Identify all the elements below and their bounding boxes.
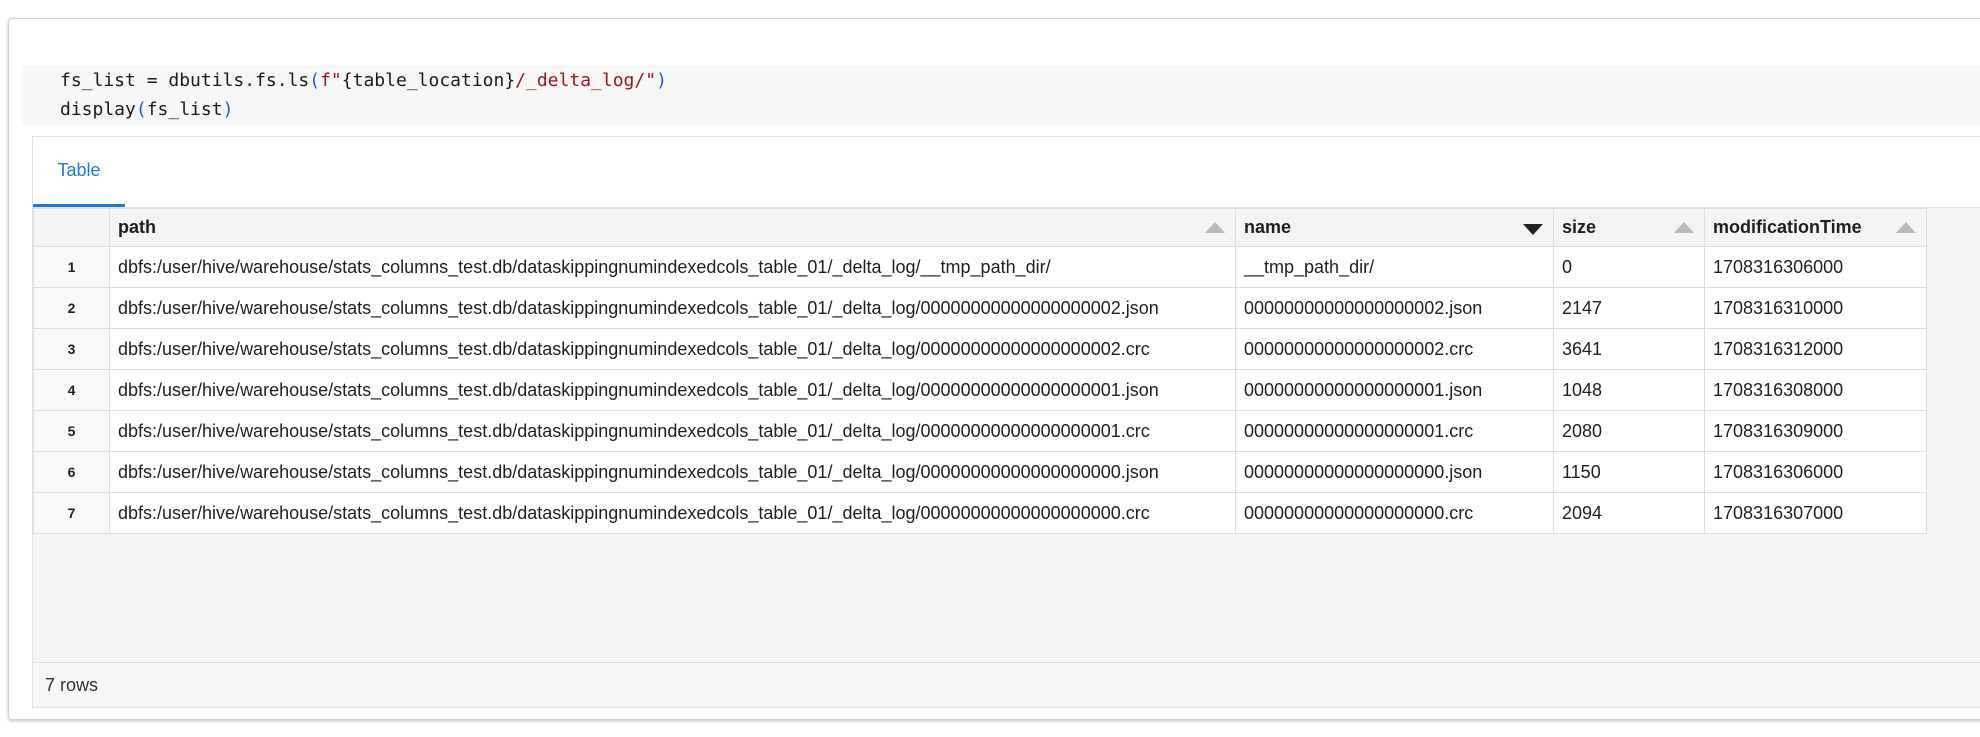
tab-table[interactable]: Table [33,137,125,207]
row-number: 3 [33,328,110,370]
sort-ascending-icon[interactable] [1674,222,1694,233]
path-cell: dbfs:/user/hive/warehouse/stats_columns_… [109,369,1236,411]
name-cell: 00000000000000000000.json [1235,451,1554,493]
row-number: 1 [33,246,110,288]
name-cell: 00000000000000000001.json [1235,369,1554,411]
name-cell: 00000000000000000000.crc [1235,492,1554,534]
modification-time-cell: 1708316309000 [1704,410,1927,452]
table-row: 3 dbfs:/user/hive/warehouse/stats_column… [33,328,1927,370]
header-row: path name size modificationTime [33,208,1927,247]
path-cell: dbfs:/user/hive/warehouse/stats_columns_… [109,246,1236,288]
row-number: 6 [33,451,110,493]
results-footer: 7 rows [33,662,1980,707]
size-cell: 1048 [1553,369,1705,411]
table-grid: path name size modificationTime 1 dbfs:/… [33,208,1980,663]
name-cell: 00000000000000000002.json [1235,287,1554,329]
path-cell: dbfs:/user/hive/warehouse/stats_columns_… [109,492,1236,534]
code-line-1: fs_list = dbutils.fs.ls(f"{table_locatio… [60,70,667,91]
results-tab-bar: Table [33,137,1980,208]
column-header-path[interactable]: path [109,208,1236,247]
table-row: 6 dbfs:/user/hive/warehouse/stats_column… [33,451,1927,493]
code-editor[interactable]: fs_list = dbutils.fs.ls(f"{table_locatio… [22,65,1980,125]
sort-ascending-icon[interactable] [1205,222,1225,233]
sort-ascending-icon[interactable] [1896,222,1916,233]
name-cell: 00000000000000000002.crc [1235,328,1554,370]
name-cell: __tmp_path_dir/ [1235,246,1554,288]
path-cell: dbfs:/user/hive/warehouse/stats_columns_… [109,451,1236,493]
code-line-2: display(fs_list) [60,99,234,120]
modification-time-cell: 1708316306000 [1704,451,1927,493]
table-row: 1 dbfs:/user/hive/warehouse/stats_column… [33,246,1927,288]
size-cell: 1150 [1553,451,1705,493]
path-cell: dbfs:/user/hive/warehouse/stats_columns_… [109,328,1236,370]
table-row: 2 dbfs:/user/hive/warehouse/stats_column… [33,287,1927,329]
size-cell: 3641 [1553,328,1705,370]
column-header-name[interactable]: name [1235,208,1554,247]
table-row: 7 dbfs:/user/hive/warehouse/stats_column… [33,492,1927,534]
size-cell: 2080 [1553,410,1705,452]
row-number: 5 [33,410,110,452]
path-cell: dbfs:/user/hive/warehouse/stats_columns_… [109,410,1236,452]
modification-time-cell: 1708316310000 [1704,287,1927,329]
size-cell: 2094 [1553,492,1705,534]
row-number: 7 [33,492,110,534]
column-header-size[interactable]: size [1553,208,1705,247]
sort-descending-icon[interactable] [1523,224,1543,235]
modification-time-cell: 1708316307000 [1704,492,1927,534]
table-row: 4 dbfs:/user/hive/warehouse/stats_column… [33,369,1927,411]
row-number-header [33,208,110,247]
table-row: 5 dbfs:/user/hive/warehouse/stats_column… [33,410,1927,452]
row-number: 2 [33,287,110,329]
path-cell: dbfs:/user/hive/warehouse/stats_columns_… [109,287,1236,329]
size-cell: 2147 [1553,287,1705,329]
modification-time-cell: 1708316306000 [1704,246,1927,288]
results-table: path name size modificationTime 1 dbfs:/… [33,208,1927,534]
size-cell: 0 [1553,246,1705,288]
modification-time-cell: 1708316312000 [1704,328,1927,370]
row-count: 7 rows [45,674,99,695]
name-cell: 00000000000000000001.crc [1235,410,1554,452]
row-number: 4 [33,369,110,411]
modification-time-cell: 1708316308000 [1704,369,1927,411]
results-panel: Table path name size modificationTime 1 … [32,136,1980,708]
column-header-modificationtime[interactable]: modificationTime [1704,208,1927,247]
